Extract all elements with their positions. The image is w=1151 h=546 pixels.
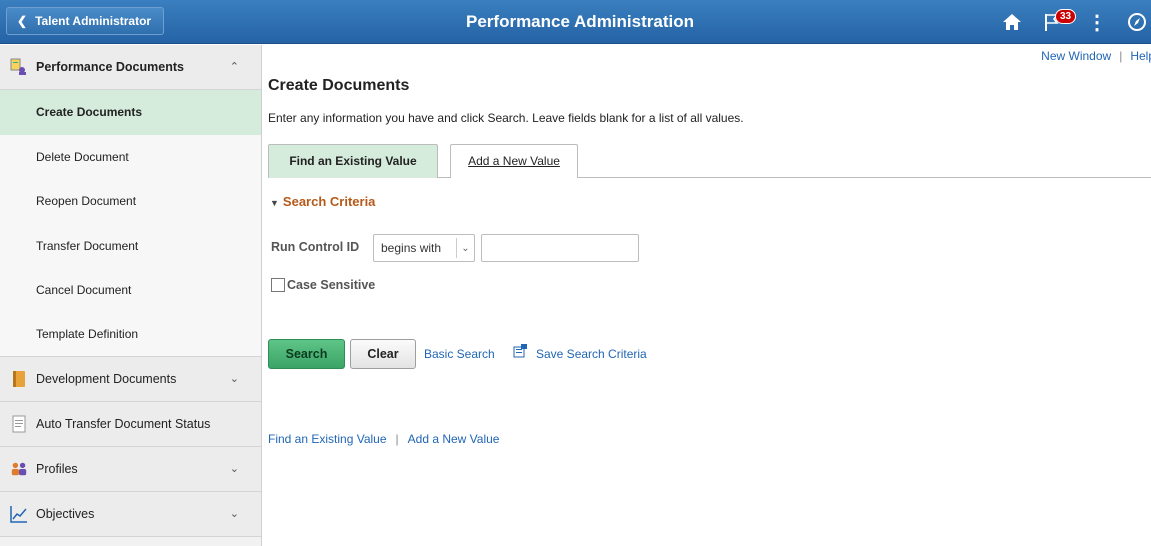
run-control-id-label: Run Control ID [271,240,360,254]
sidebar-group-label: Objectives [36,507,95,521]
sidebar-item-reopen-document[interactable]: Reopen Document [0,179,261,224]
clear-button[interactable]: Clear [350,339,416,369]
tab-find-existing-value[interactable]: Find an Existing Value [268,144,438,178]
add-new-value-link[interactable]: Add a New Value [408,432,500,446]
save-search-icon[interactable] [513,344,527,358]
tab-add-new-value[interactable]: Add a New Value [450,144,578,178]
find-existing-value-link[interactable]: Find an Existing Value [268,432,387,446]
operator-select[interactable]: begins with ⌄ [373,234,475,262]
search-button[interactable]: Search [268,339,345,369]
performance-docs-icon [10,58,28,76]
sidebar-group-label: Auto Transfer Document Status [36,417,211,431]
sidebar-item-transfer-document[interactable]: Transfer Document [0,223,261,268]
case-sensitive-checkbox[interactable] [271,278,285,292]
sidebar-group-profiles[interactable]: Profiles ⌄ [0,447,261,492]
page-title: Create Documents [268,77,410,94]
operator-select-value: begins with [381,241,442,255]
chevron-up-icon: ⌃ [229,61,239,73]
sidebar-group-label: Performance Documents [36,60,184,74]
link-separator: | [395,432,399,446]
chevron-down-icon: ⌄ [229,463,239,475]
sidebar-group-label: Profiles [36,462,78,476]
sidebar-group-objectives[interactable]: Objectives ⌄ [0,492,261,537]
top-links: New Window | Help [1041,49,1151,63]
people-icon [10,460,28,478]
chevron-down-icon: ⌄ [229,373,239,385]
save-search-criteria-link[interactable]: Save Search Criteria [536,347,647,361]
chevron-down-icon: ⌄ [456,238,474,258]
page-header-title: Performance Administration [466,12,694,31]
app-header: ❮ Talent Administrator Performance Admin… [0,0,1151,44]
home-icon[interactable] [1000,10,1024,34]
bottom-links: Find an Existing Value | Add a New Value [268,432,499,446]
book-icon [10,370,28,388]
sidebar-item-template-definition[interactable]: Template Definition [0,312,261,357]
sidebar: Performance Documents ⌃ Create Documents… [0,45,262,546]
sidebar-item-cancel-document[interactable]: Cancel Document [0,268,261,313]
chevron-left-icon: ❮ [17,14,28,28]
actions-menu-icon[interactable]: ⋮ [1085,10,1109,34]
back-button-label: Talent Administrator [35,14,152,28]
link-separator: | [1119,49,1123,63]
basic-search-link[interactable]: Basic Search [424,347,495,361]
navbar-compass-icon[interactable] [1125,10,1149,34]
document-icon [10,415,28,433]
case-sensitive-label: Case Sensitive [287,278,376,292]
tab-bar: Find an Existing Value Add a New Value [268,144,1151,178]
sidebar-item-create-documents[interactable]: Create Documents [0,90,261,135]
notification-count-badge: 33 [1055,9,1077,24]
back-button[interactable]: ❮ Talent Administrator [6,7,165,35]
search-criteria-label: Search Criteria [282,194,376,209]
run-control-id-input[interactable] [481,234,639,262]
sidebar-group-development-documents[interactable]: Development Documents ⌄ [0,357,261,402]
sidebar-item-delete-document[interactable]: Delete Document [0,134,261,179]
search-criteria-toggle[interactable]: ▼ Search Criteria [270,194,375,209]
instructions-text: Enter any information you have and click… [268,111,744,125]
case-sensitive-row: Case Sensitive [271,278,375,292]
chevron-down-icon: ⌄ [229,508,239,520]
search-button-label: Search [285,347,328,361]
help-link[interactable]: Help [1130,49,1151,63]
triangle-down-icon: ▼ [270,198,279,208]
line-chart-icon [10,505,28,523]
sidebar-group-performance-documents[interactable]: Performance Documents ⌃ [0,45,261,90]
sidebar-group-label: Development Documents [36,372,177,386]
main-content: New Window | Help Create Documents Enter a… [262,45,1151,546]
tab-label: Add a New Value [468,154,560,168]
sidebar-group-auto-transfer-document-status[interactable]: Auto Transfer Document Status [0,402,261,447]
new-window-link[interactable]: New Window [1041,49,1111,63]
